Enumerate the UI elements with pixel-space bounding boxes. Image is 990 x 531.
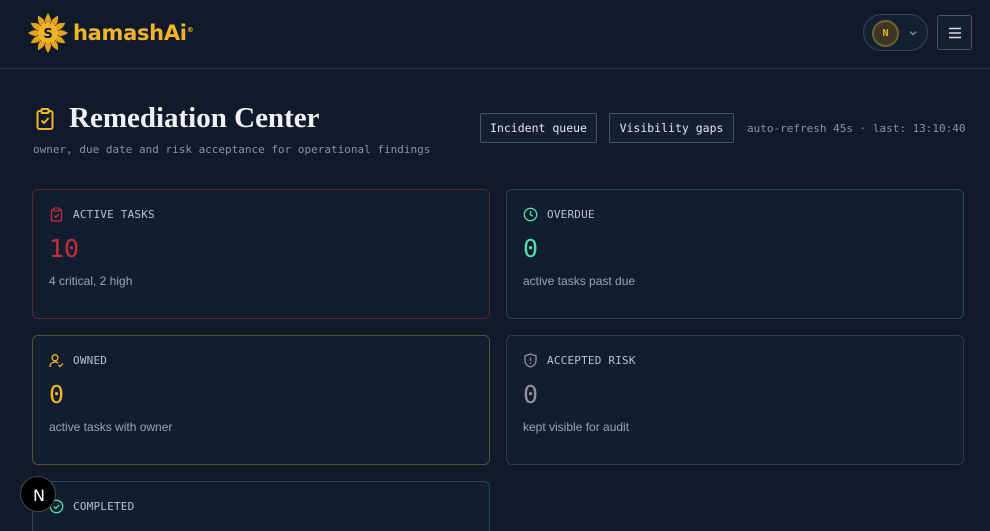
logo-mark-icon: S (28, 13, 68, 53)
active-tasks-card: ACTIVE TASKS 10 4 critical, 2 high (32, 189, 490, 319)
svg-text:N: N (33, 486, 45, 504)
top-bar: S hamashAi® N (0, 0, 990, 69)
card-description: 4 critical, 2 high (49, 274, 133, 288)
page-subtitle: owner, due date and risk acceptance for … (33, 143, 431, 156)
clipboard-check-icon (50, 207, 63, 222)
refresh-status: auto-refresh 45s · last: 13:10:40 (747, 122, 966, 135)
dev-tools-badge[interactable]: N (20, 476, 56, 512)
card-value: 10 (49, 234, 80, 263)
card-label: ACTIVE TASKS (73, 208, 155, 221)
menu-button[interactable] (937, 15, 972, 50)
card-description: active tasks with owner (49, 420, 173, 434)
clipboard-check-icon (36, 108, 54, 130)
avatar: N (872, 20, 899, 47)
user-menu-button[interactable]: N (863, 14, 928, 51)
svg-text:S: S (43, 27, 52, 42)
visibility-gaps-button[interactable]: Visibility gaps (609, 113, 734, 143)
owned-card: OWNED 0 active tasks with owner (32, 335, 490, 465)
shield-alert-icon (524, 353, 537, 368)
card-label: OVERDUE (547, 208, 595, 221)
nextjs-logo-icon: N (33, 486, 45, 504)
chevron-down-icon (909, 31, 917, 36)
card-label: ACCEPTED RISK (547, 354, 636, 367)
card-description: active tasks past due (523, 274, 636, 288)
overdue-card: OVERDUE 0 active tasks past due (506, 189, 964, 319)
completed-card: COMPLETED (32, 481, 490, 531)
clock-icon (523, 207, 538, 222)
card-description: kept visible for audit (523, 420, 630, 434)
card-value: 0 (49, 380, 65, 409)
user-check-icon (49, 354, 64, 368)
incident-queue-button[interactable]: Incident queue (480, 113, 597, 143)
page-title: Remediation Center (69, 102, 320, 134)
accepted-risk-card: ACCEPTED RISK 0 kept visible for audit (506, 335, 964, 465)
hamburger-menu-icon (949, 27, 961, 39)
logo-text: hamashAi® (73, 21, 194, 45)
brand-logo[interactable]: S hamashAi® (26, 11, 194, 55)
card-label: COMPLETED (73, 500, 135, 513)
card-value: 0 (523, 234, 539, 263)
card-value: 0 (523, 380, 539, 409)
card-label: OWNED (73, 354, 108, 367)
